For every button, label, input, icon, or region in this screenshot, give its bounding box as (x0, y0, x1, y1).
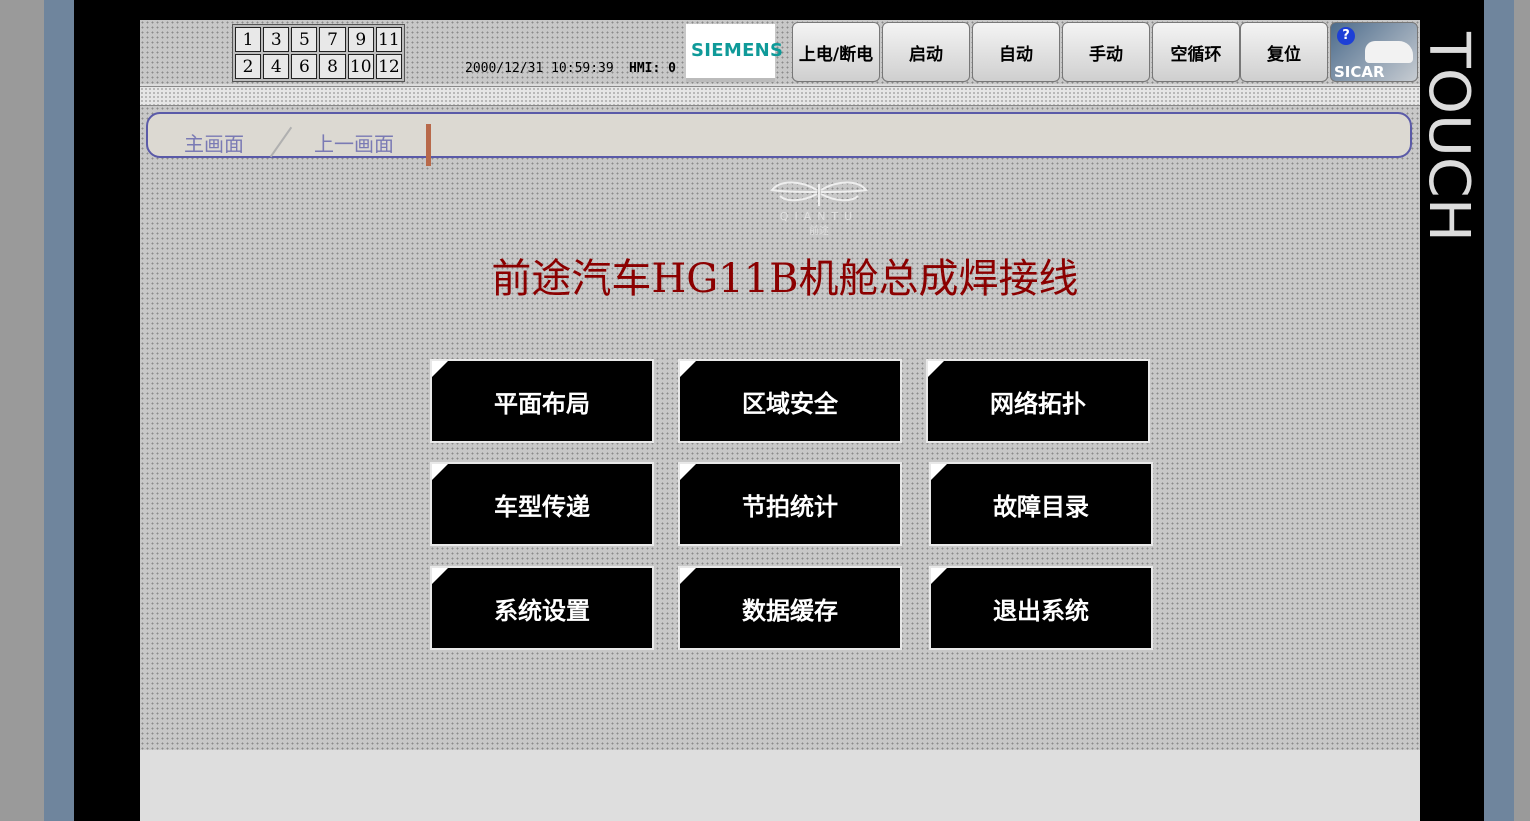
manual-button[interactable]: 手动 (1062, 22, 1150, 82)
screen-number-button[interactable]: 5 (291, 27, 318, 52)
model-transfer-menu-button[interactable]: 车型传递 (430, 462, 654, 546)
exit-system-menu-button[interactable]: 退出系统 (929, 566, 1153, 650)
qiantu-emblem: QIANTU 前途 (770, 181, 868, 237)
header-bar: 1 3 5 7 9 11 2 4 6 8 10 12 2000/12/31 10… (140, 20, 1420, 84)
sicar-button[interactable]: ? SICAR (1330, 22, 1418, 82)
home-screen-link[interactable]: 主画面 (184, 128, 244, 157)
bottom-status-area (140, 750, 1420, 821)
siemens-logo: SIEMENS (691, 40, 784, 61)
menu-label: 平面布局 (494, 388, 590, 418)
screen-number-button[interactable]: 6 (291, 54, 318, 79)
screen-number-grid: 1 3 5 7 9 11 2 4 6 8 10 12 (232, 24, 405, 82)
menu-label: 数据缓存 (742, 595, 838, 625)
screen-number-button[interactable]: 7 (319, 27, 346, 52)
screen-number-button[interactable]: 2 (235, 54, 262, 79)
hmi-screen: 1 3 5 7 9 11 2 4 6 8 10 12 2000/12/31 10… (140, 20, 1420, 821)
menu-label: 网络拓扑 (990, 388, 1086, 418)
outer-frame-left (0, 0, 44, 821)
screen-number-button[interactable]: 11 (375, 27, 402, 52)
fault-catalog-menu-button[interactable]: 故障目录 (929, 462, 1153, 546)
screen-number-button[interactable]: 4 (263, 54, 290, 79)
layout-menu-button[interactable]: 平面布局 (430, 359, 654, 443)
menu-label: 车型传递 (494, 491, 590, 521)
breadcrumb: 主画面 上一画面 (146, 112, 1412, 166)
screen-number-button[interactable]: 8 (319, 54, 346, 79)
screen-number-button[interactable]: 9 (347, 27, 374, 52)
menu-label: 节拍统计 (742, 491, 838, 521)
outer-frame-right (1514, 0, 1530, 821)
system-settings-menu-button[interactable]: 系统设置 (430, 566, 654, 650)
zone-safety-menu-button[interactable]: 区域安全 (678, 359, 902, 443)
dragonfly-icon (770, 181, 868, 206)
previous-screen-link[interactable]: 上一画面 (314, 128, 394, 157)
data-cache-menu-button[interactable]: 数据缓存 (678, 566, 902, 650)
start-button[interactable]: 启动 (882, 22, 970, 82)
main-content: 主画面 上一画面 QIANTU 前途 前途汽车HG11B机舱总成焊接线 平面布局… (140, 106, 1420, 750)
breadcrumb-separator (269, 126, 293, 158)
screen-number-button[interactable]: 12 (375, 54, 402, 79)
datetime-readout: 2000/12/31 10:59:39 (465, 61, 614, 76)
auto-button[interactable]: 自动 (972, 22, 1060, 82)
screen-number-button[interactable]: 10 (347, 54, 374, 79)
touch-side-label: TOUCH (1422, 31, 1481, 242)
power-toggle-button[interactable]: 上电/断电 (792, 22, 880, 82)
page-title: 前途汽车HG11B机舱总成焊接线 (491, 256, 1079, 302)
svg-text:TOUCH: TOUCH (1422, 31, 1481, 242)
dry-cycle-button[interactable]: 空循环 (1152, 22, 1240, 82)
svg-text:前途: 前途 (809, 224, 829, 237)
network-topology-menu-button[interactable]: 网络拓扑 (926, 359, 1150, 443)
breadcrumb-end-marker (426, 124, 431, 166)
frame-left-bezel (44, 0, 74, 821)
menu-label: 系统设置 (494, 595, 590, 625)
reset-button[interactable]: 复位 (1240, 22, 1328, 82)
menu-label: 区域安全 (742, 388, 838, 418)
menu-label: 故障目录 (993, 491, 1089, 521)
hmi-status: HMI: 0 (629, 61, 676, 76)
screen-number-button[interactable]: 3 (263, 27, 290, 52)
help-icon: ? (1337, 27, 1355, 45)
screen-number-button[interactable]: 1 (235, 27, 262, 52)
car-icon (1365, 41, 1413, 63)
sicar-label: SICAR (1334, 63, 1385, 81)
svg-text:QIANTU: QIANTU (780, 210, 858, 223)
header-divider-strip (140, 86, 1420, 106)
menu-label: 退出系统 (993, 595, 1089, 625)
frame-right-bezel (1484, 0, 1514, 821)
cycle-stats-menu-button[interactable]: 节拍统计 (678, 462, 902, 546)
